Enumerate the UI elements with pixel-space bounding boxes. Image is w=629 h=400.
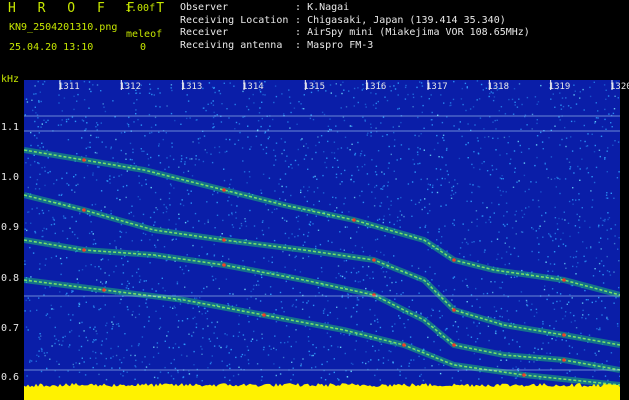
hot-spot — [222, 188, 226, 192]
meta-key: Receiving antenna — [180, 39, 283, 51]
hot-spot — [352, 218, 356, 222]
frequency-tick-label: 1.0 — [1, 172, 20, 183]
hot-spot — [562, 358, 566, 362]
frequency-tick-label: 0.8 — [1, 273, 20, 284]
time-tick-label: 1311 — [58, 82, 80, 92]
hot-spot — [82, 248, 86, 252]
count-label: 0 — [140, 42, 147, 53]
meta-value: AirSpy mini (Miakejima VOR 108.65MHz) — [307, 27, 530, 38]
hrofft-window: H R O F F T 1.00f KN9_2504201310.png mel… — [0, 0, 629, 400]
frequency-tick-label: 0.6 — [1, 372, 20, 383]
hot-spot — [402, 343, 406, 347]
spectrogram-background — [24, 80, 620, 400]
time-tick-label: 1318 — [487, 82, 510, 92]
time-tick-label: 1313 — [180, 82, 203, 92]
frequency-tick-label: 0.7 — [1, 323, 20, 334]
meta-row-receiver: Receiver: AirSpy mini (Miakejima VOR 108… — [180, 27, 530, 40]
meta-value: Maspro FM-3 — [307, 39, 374, 51]
filename-label: KN9_2504201310.png — [9, 22, 118, 33]
hot-spot — [562, 333, 566, 337]
meta-key: Receiver — [180, 27, 229, 38]
spectrogram-canvas — [24, 80, 620, 400]
observation-metadata: Observer: K.Nagai Receiving Location: Ch… — [180, 2, 530, 52]
hot-spot — [522, 373, 526, 377]
time-tick-label: 1314 — [242, 82, 264, 92]
time-tick-label: 1312 — [119, 82, 142, 92]
hot-spot — [452, 343, 456, 347]
meta-value: K.Nagai — [307, 2, 350, 13]
frequency-tick-label: 0.9 — [1, 222, 20, 233]
meta-value: Chigasaki, Japan (139.414 35.340) — [307, 14, 506, 26]
hot-spot — [452, 308, 456, 312]
meta-row-observer: Observer: K.Nagai — [180, 2, 530, 15]
time-tick-label: 1317 — [426, 82, 448, 92]
hot-spot — [102, 288, 106, 292]
time-tick-label: 1319 — [548, 82, 571, 92]
meta-row-location: Receiving Location: Chigasaki, Japan (13… — [180, 15, 530, 28]
hot-spot — [262, 313, 266, 317]
frequency-tick-label: 1.1 — [1, 122, 20, 133]
time-tick-label: 1320 — [610, 82, 629, 92]
hot-spot — [372, 258, 376, 262]
frequency-unit-label: kHz — [1, 74, 20, 85]
hot-spot — [82, 158, 86, 162]
noise-floor — [24, 383, 620, 400]
timestamp-label: 25.04.20 13:10 — [9, 42, 94, 53]
hot-spot — [222, 238, 226, 242]
meta-key: Receiving Location — [180, 14, 289, 26]
time-tick-label: 1315 — [303, 82, 326, 92]
mode-label: meleof — [126, 29, 163, 40]
meta-row-antenna: Receiving antenna: Maspro FM-3 — [180, 40, 530, 53]
hot-spot — [562, 278, 566, 282]
hot-spot — [452, 258, 456, 262]
meta-key: Observer — [180, 2, 229, 13]
spectrogram-plot — [24, 80, 620, 400]
version-label: 1.00f — [125, 3, 156, 14]
hot-spot — [82, 208, 86, 212]
hot-spot — [222, 263, 226, 267]
time-tick-label: 1316 — [364, 82, 387, 92]
